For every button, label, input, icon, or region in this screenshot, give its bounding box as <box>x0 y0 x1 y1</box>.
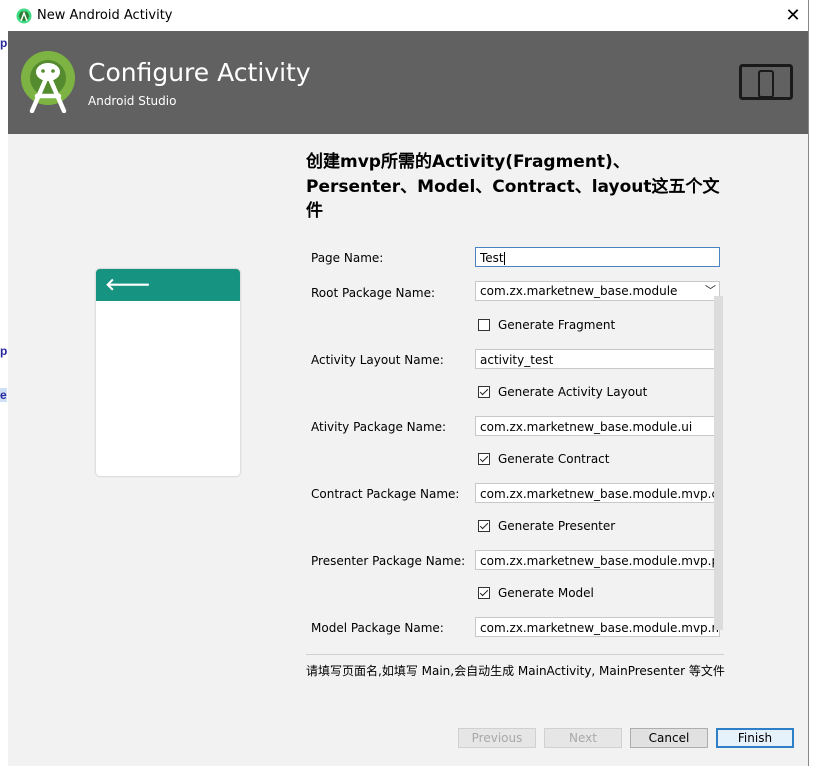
contract-package-input[interactable]: com.zx.marketnew_base.module.mvp.contrac… <box>475 483 720 503</box>
generate-presenter-checkbox[interactable]: Generate Presenter <box>478 519 615 533</box>
generate-activity-layout-checkbox[interactable]: Generate Activity Layout <box>478 385 647 399</box>
activity-package-label: Ativity Package Name: <box>311 420 447 434</box>
activity-package-input[interactable]: com.zx.marketnew_base.module.ui <box>475 416 720 436</box>
cancel-button[interactable]: Cancel <box>630 728 708 748</box>
configuration-form: Page Name: Test Root Package Name: com.z… <box>306 230 724 646</box>
generate-contract-checkbox[interactable]: Generate Contract <box>478 452 609 466</box>
edge-text: e <box>0 388 7 402</box>
page-name-label: Page Name: <box>311 251 384 265</box>
edge-text: p <box>0 36 8 50</box>
form-scrollbar[interactable] <box>714 296 723 630</box>
header-banner: Configure Activity Android Studio <box>8 31 808 134</box>
checkbox-checked[interactable] <box>478 520 490 532</box>
banner-subtitle: Android Studio <box>88 94 177 108</box>
phone-tablet-icon <box>739 64 793 100</box>
edge-text: p <box>0 344 8 358</box>
checkbox-checked[interactable] <box>478 587 490 599</box>
preview-toolbar: 🡐 <box>96 269 240 301</box>
model-package-label: Model Package Name: <box>311 621 444 635</box>
android-studio-small-icon <box>16 8 32 24</box>
root-package-label: Root Package Name: <box>311 286 436 300</box>
generate-fragment-checkbox[interactable]: Generate Fragment <box>478 318 615 332</box>
window-title: New Android Activity <box>37 8 173 23</box>
dialog-content: 创建mvp所需的Activity(Fragment)、Persenter、Mod… <box>8 134 808 766</box>
divider <box>306 654 724 655</box>
banner-title: Configure Activity <box>88 58 311 87</box>
activity-layout-input[interactable]: activity_test <box>475 349 720 369</box>
activity-preview: 🡐 <box>96 269 240 476</box>
model-package-input[interactable]: com.zx.marketnew_base.module.mvp.model <box>475 617 720 637</box>
checkbox-unchecked[interactable] <box>478 319 490 331</box>
generate-model-checkbox[interactable]: Generate Model <box>478 586 594 600</box>
window-titlebar[interactable]: New Android Activity ✕ <box>8 0 808 31</box>
android-studio-logo <box>21 51 75 113</box>
close-icon: ✕ <box>785 5 801 25</box>
presenter-package-label: Presenter Package Name: <box>311 554 466 568</box>
page-name-input[interactable]: Test <box>475 247 720 267</box>
checkbox-checked[interactable] <box>478 453 490 465</box>
activity-layout-label: Activity Layout Name: <box>311 353 444 367</box>
back-arrow-icon: 🡐 <box>105 275 151 294</box>
contract-package-label: Contract Package Name: <box>311 487 460 501</box>
next-button[interactable]: Next <box>544 728 622 748</box>
text-caret <box>503 252 505 265</box>
root-package-select[interactable]: com.zx.marketnew_base.module ﹀ <box>475 281 720 301</box>
presenter-package-input[interactable]: com.zx.marketnew_base.module.mvp.present… <box>475 550 720 570</box>
hint-text: 请填写页面名,如填写 Main,会自动生成 MainActivity, Main… <box>306 664 725 678</box>
background-window-edge-right <box>808 0 816 766</box>
checkbox-checked[interactable] <box>478 386 490 398</box>
page-heading: 创建mvp所需的Activity(Fragment)、Persenter、Mod… <box>306 152 720 221</box>
finish-button[interactable]: Finish <box>716 728 794 748</box>
previous-button[interactable]: Previous <box>458 728 536 748</box>
close-button[interactable]: ✕ <box>778 0 808 31</box>
